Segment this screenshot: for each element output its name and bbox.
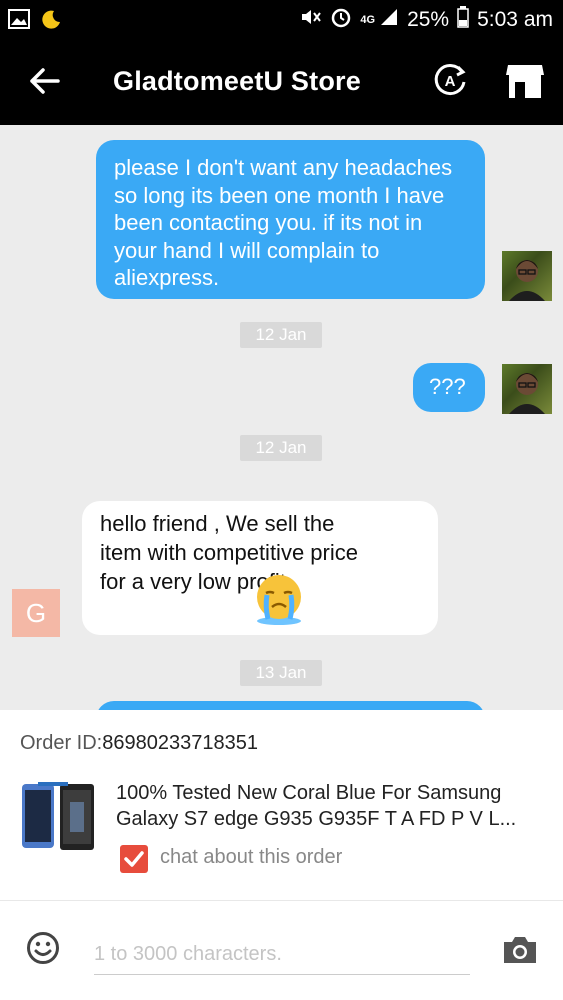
store-title: GladtomeetU Store — [113, 66, 361, 96]
chat-about-order-label[interactable]: chat about this order — [160, 846, 342, 869]
chat-about-order-checkbox[interactable] — [120, 845, 148, 873]
date-separator: 12 Jan — [240, 435, 322, 461]
clock: 5:03 am — [477, 8, 553, 31]
gallery-icon — [8, 9, 30, 34]
emoji-icon[interactable] — [26, 931, 60, 965]
message-bubble-incoming[interactable]: hello friend , We sell the item with com… — [82, 501, 438, 635]
order-id-label: Order ID: — [20, 732, 103, 754]
order-panel: Order ID:86980233718351 100% Tested New … — [0, 710, 563, 900]
user-avatar[interactable] — [502, 364, 552, 414]
signal-icon — [379, 7, 399, 33]
user-avatar[interactable] — [502, 251, 552, 301]
battery-percent: 25% — [407, 8, 450, 31]
battery-icon — [457, 6, 469, 34]
date-separator: 13 Jan — [240, 660, 322, 686]
status-bar: 4G 25% 5:03 am — [0, 0, 563, 40]
order-id-value: 86980233718351 — [102, 732, 258, 754]
app-header: GladtomeetU Store A — [0, 40, 563, 125]
message-bubble-outgoing[interactable]: ??? — [413, 363, 485, 412]
seller-avatar[interactable]: G — [12, 589, 60, 637]
translate-icon[interactable]: A — [432, 62, 468, 98]
message-text: hello friend , We sell the item with com… — [100, 511, 358, 594]
chat-messages[interactable]: please I don't want any headaches so lon… — [0, 125, 563, 710]
back-arrow-icon[interactable] — [28, 64, 62, 98]
camera-icon[interactable] — [502, 935, 538, 965]
message-input-bar — [0, 900, 563, 1000]
product-thumbnail[interactable] — [22, 782, 94, 852]
night-mode-icon — [40, 8, 62, 35]
alarm-icon — [330, 6, 352, 34]
message-bubble-outgoing-partial[interactable] — [96, 701, 485, 710]
crying-face-emoji-icon — [252, 571, 306, 632]
mute-icon — [300, 7, 322, 33]
message-bubble-outgoing[interactable]: please I don't want any headaches so lon… — [96, 140, 485, 299]
network-type: 4G — [360, 14, 376, 26]
date-separator: 12 Jan — [240, 322, 322, 348]
store-icon[interactable] — [505, 62, 545, 100]
message-input[interactable] — [94, 935, 470, 975]
product-title[interactable]: 100% Tested New Coral Blue For Samsung G… — [116, 780, 546, 832]
svg-text:A: A — [445, 73, 456, 90]
